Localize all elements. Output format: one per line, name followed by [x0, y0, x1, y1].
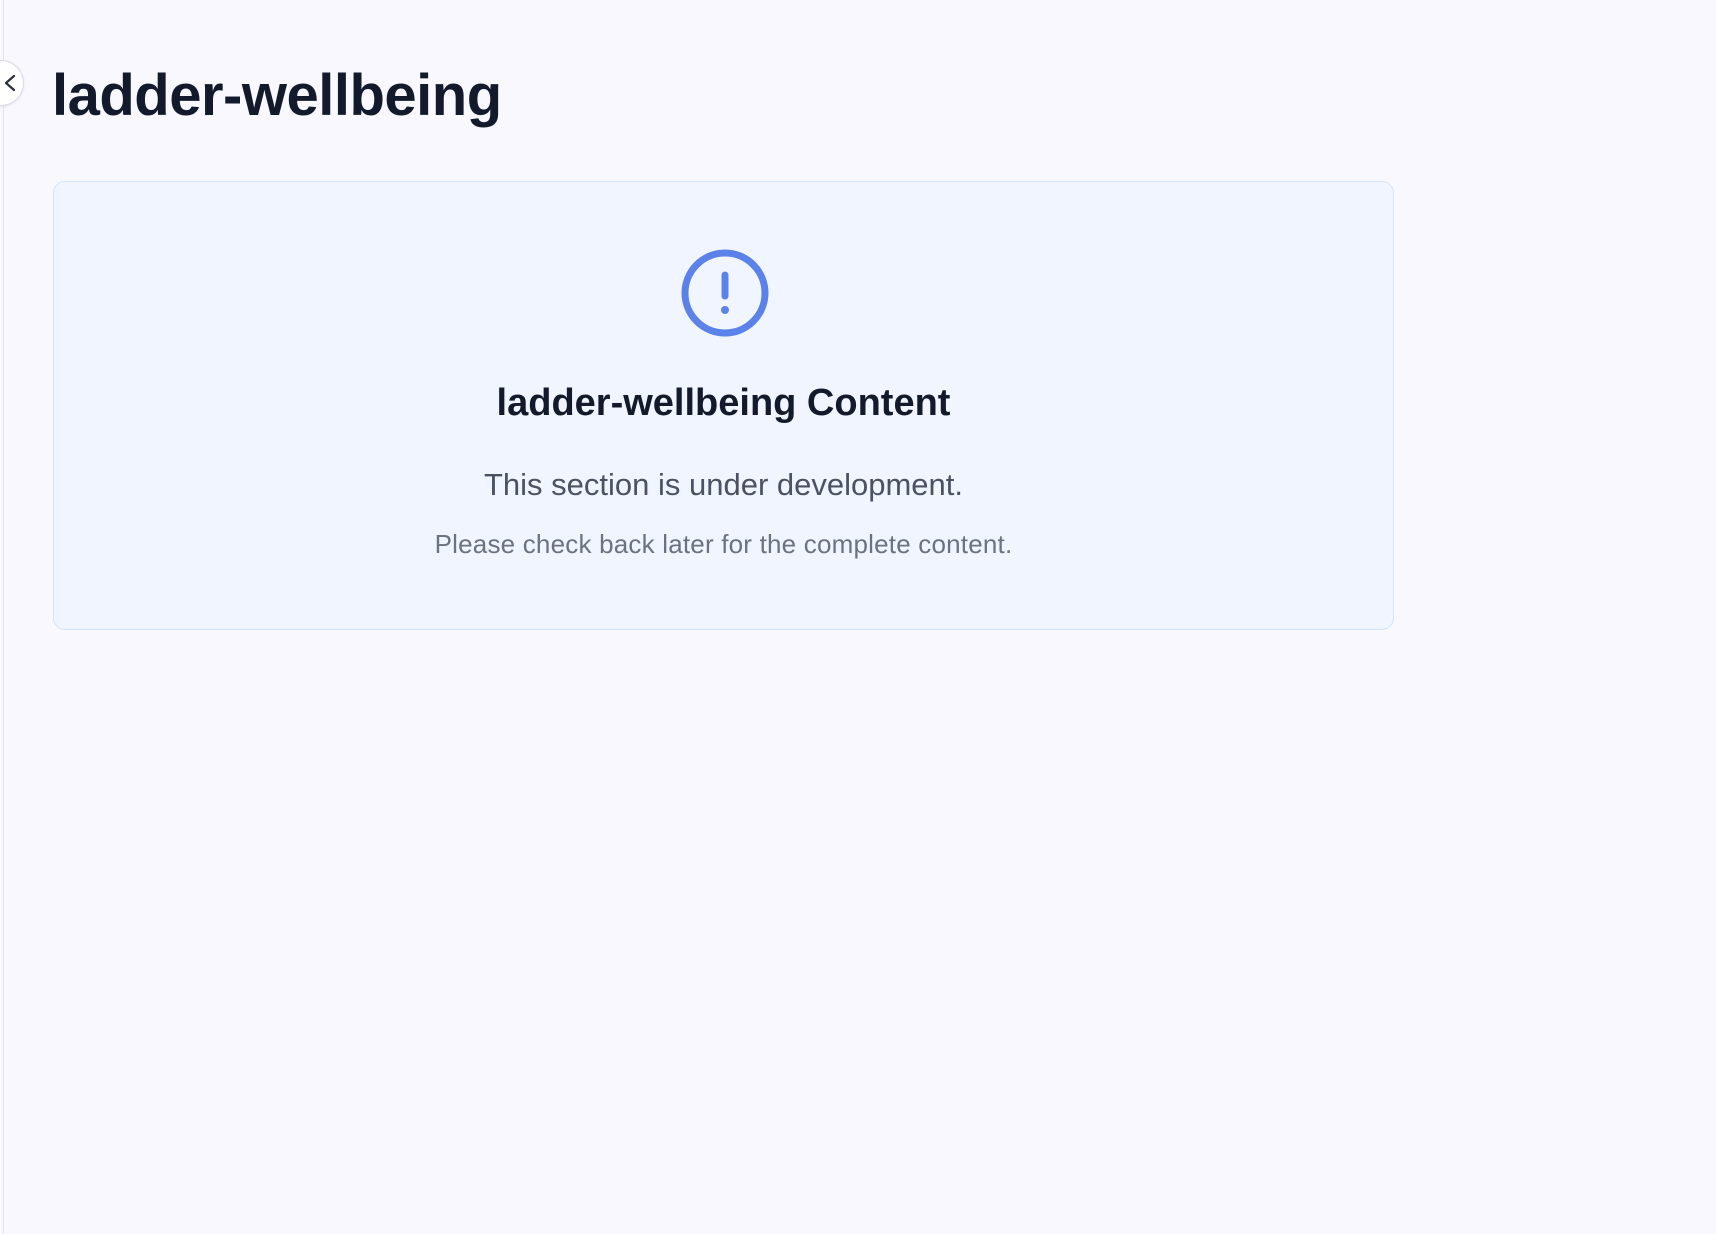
page-title: ladder-wellbeing — [52, 63, 502, 128]
sidebar-divider — [3, 0, 4, 1234]
page-root: ladder-wellbeing ladder-wellbeing Conten… — [0, 0, 1716, 1234]
card-heading: ladder-wellbeing Content — [496, 382, 951, 424]
under-development-card: ladder-wellbeing Content This section is… — [53, 181, 1394, 630]
alert-circle-icon — [681, 249, 769, 337]
card-message: This section is under development. — [483, 467, 964, 502]
card-submessage: Please check back later for the complete… — [434, 529, 1013, 559]
sidebar-toggle-button[interactable] — [0, 60, 24, 106]
chevron-left-icon — [4, 74, 16, 92]
